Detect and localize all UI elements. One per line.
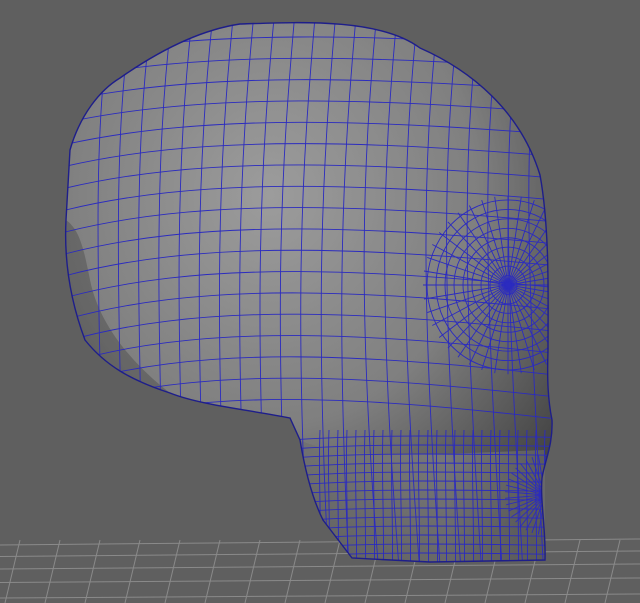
grid-line xyxy=(44,539,61,603)
grid-line xyxy=(0,577,640,583)
grid-line xyxy=(0,563,640,570)
grid-line xyxy=(4,539,21,603)
grid-line xyxy=(324,539,341,603)
grid-line xyxy=(84,539,101,603)
grid-line xyxy=(0,593,640,599)
grid-line xyxy=(244,539,261,603)
grid-line xyxy=(164,539,181,603)
viewport-canvas[interactable] xyxy=(0,0,640,603)
3d-viewport[interactable] xyxy=(0,0,640,603)
grid-line xyxy=(604,539,621,603)
eye-socket-pole xyxy=(504,281,512,289)
grid-line xyxy=(564,539,581,603)
grid-line xyxy=(124,539,141,603)
grid-line xyxy=(204,539,221,603)
skull-mesh[interactable] xyxy=(50,20,600,600)
grid-line xyxy=(284,539,301,603)
